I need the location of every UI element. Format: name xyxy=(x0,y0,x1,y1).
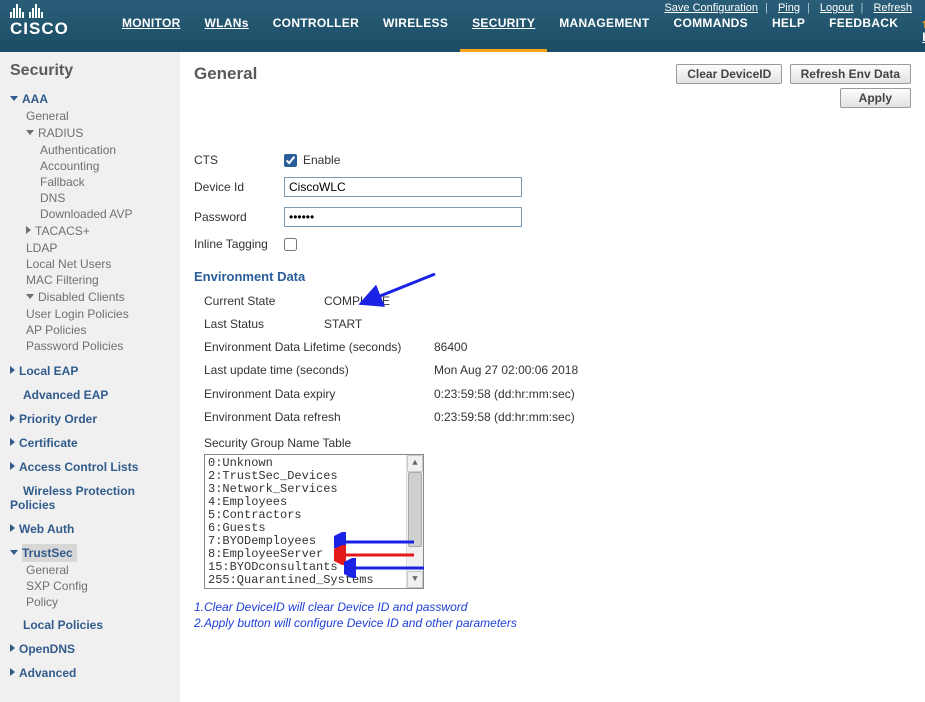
scroll-down-icon[interactable]: ▼ xyxy=(407,571,423,588)
top-bar: Save Configuration| Ping| Logout| Refres… xyxy=(0,0,925,52)
sgt-row[interactable]: 255:Quarantined_Systems xyxy=(208,574,423,587)
sidebar-radius-acct[interactable]: Accounting xyxy=(10,158,174,174)
sidebar-ts-sxp[interactable]: SXP Config xyxy=(10,578,174,594)
apply-button[interactable]: Apply xyxy=(840,88,911,108)
nav-management[interactable]: MANAGEMENT xyxy=(547,7,661,52)
sidebar-trustsec[interactable]: TrustSec xyxy=(22,544,77,562)
sidebar-appol[interactable]: AP Policies xyxy=(10,322,174,338)
sidebar-radius-fallback[interactable]: Fallback xyxy=(10,174,174,190)
sidebar: Security AAA General RADIUS Authenticati… xyxy=(0,52,180,702)
nav-wireless[interactable]: WIRELESS xyxy=(371,7,460,52)
current-state-value: COMPLETE xyxy=(324,294,390,308)
content: General Clear DeviceID Refresh Env Data … xyxy=(180,52,925,702)
env-data-grid: Current StateCOMPLETE Last StatusSTART E… xyxy=(204,294,911,589)
nav-controller[interactable]: CONTROLLER xyxy=(261,7,371,52)
sidebar-radius[interactable]: RADIUS xyxy=(10,124,174,142)
sidebar-pwdpol[interactable]: Password Policies xyxy=(10,338,174,354)
sidebar-ts-general[interactable]: General xyxy=(10,562,174,578)
password-label: Password xyxy=(194,210,284,224)
last-status-value: START xyxy=(324,317,362,331)
sidebar-webauth[interactable]: Web Auth xyxy=(10,520,174,538)
env-data-heading: Environment Data xyxy=(194,269,911,284)
nav-feedback[interactable]: FEEDBACK xyxy=(817,7,910,52)
sidebar-radius-dns[interactable]: DNS xyxy=(10,190,174,206)
note-1: 1.Clear DeviceID will clear Device ID an… xyxy=(194,599,911,615)
nav-security[interactable]: SECURITY xyxy=(460,7,547,52)
expiry-label: Environment Data expiry xyxy=(204,387,414,401)
nav-home[interactable]: Home xyxy=(910,7,925,52)
cts-enable-text: Enable xyxy=(303,153,340,167)
lifetime-label: Environment Data Lifetime (seconds) xyxy=(204,340,414,354)
cts-label: CTS xyxy=(194,153,284,167)
sidebar-aaa-general[interactable]: General xyxy=(10,108,174,124)
password-input[interactable] xyxy=(284,207,522,227)
nav-wlans[interactable]: WLANs xyxy=(193,7,261,52)
nav-commands[interactable]: COMMANDS xyxy=(662,7,760,52)
cisco-logo: CISCO xyxy=(10,4,69,39)
deviceid-input[interactable] xyxy=(284,177,522,197)
inline-tagging-label: Inline Tagging xyxy=(194,237,284,251)
current-state-label: Current State xyxy=(204,294,324,308)
inline-tagging-checkbox[interactable] xyxy=(284,238,297,251)
sidebar-ldap[interactable]: LDAP xyxy=(10,240,174,256)
sidebar-tacacs[interactable]: TACACS+ xyxy=(10,222,174,240)
main-nav: MONITOR WLANs CONTROLLER WIRELESS SECURI… xyxy=(110,7,925,52)
sidebar-localeap[interactable]: Local EAP xyxy=(10,362,174,380)
deviceid-label: Device Id xyxy=(194,180,284,194)
note-2: 2.Apply button will configure Device ID … xyxy=(194,615,911,631)
sidebar-disabled[interactable]: Disabled Clients xyxy=(10,288,174,306)
sidebar-wpp[interactable]: Wireless Protection Policies xyxy=(10,482,174,514)
cts-form: CTS Enable Device Id Password Inline Tag… xyxy=(194,153,911,251)
refresh-label: Environment Data refresh xyxy=(204,410,414,424)
lastupd-value: Mon Aug 27 02:00:06 2018 xyxy=(434,363,578,377)
sidebar-acl[interactable]: Access Control Lists xyxy=(10,458,174,476)
sidebar-priorder[interactable]: Priority Order xyxy=(10,410,174,428)
refresh-value: 0:23:59:58 (dd:hr:mm:sec) xyxy=(434,410,575,424)
security-group-table[interactable]: 0:Unknown2:TrustSec_Devices3:Network_Ser… xyxy=(204,454,424,589)
lastupd-label: Last update time (seconds) xyxy=(204,363,414,377)
lifetime-value: 86400 xyxy=(434,340,467,354)
sidebar-userlogin[interactable]: User Login Policies xyxy=(10,306,174,322)
sidebar-advanced[interactable]: Advanced xyxy=(10,664,174,682)
sgt-scrollbar[interactable]: ▲ ▼ xyxy=(406,455,423,588)
last-status-label: Last Status xyxy=(204,317,324,331)
sidebar-aaa[interactable]: AAA xyxy=(10,90,174,108)
sidebar-ts-policy[interactable]: Policy xyxy=(10,594,174,610)
sidebar-opendns[interactable]: OpenDNS xyxy=(10,640,174,658)
refresh-env-button[interactable]: Refresh Env Data xyxy=(790,64,911,84)
sidebar-radius-auth[interactable]: Authentication xyxy=(10,142,174,158)
nav-monitor[interactable]: MONITOR xyxy=(110,7,193,52)
scroll-thumb[interactable] xyxy=(408,472,422,547)
nav-help[interactable]: HELP xyxy=(760,7,817,52)
sidebar-macfilter[interactable]: MAC Filtering xyxy=(10,272,174,288)
sidebar-radius-dlavp[interactable]: Downloaded AVP xyxy=(10,206,174,222)
sidebar-adveap[interactable]: Advanced EAP xyxy=(10,386,174,404)
sgt-label: Security Group Name Table xyxy=(204,436,911,450)
footer-notes: 1.Clear DeviceID will clear Device ID an… xyxy=(194,599,911,631)
sidebar-title: Security xyxy=(10,62,174,80)
sidebar-localnet[interactable]: Local Net Users xyxy=(10,256,174,272)
expiry-value: 0:23:59:58 (dd:hr:mm:sec) xyxy=(434,387,575,401)
sidebar-localpol[interactable]: Local Policies xyxy=(10,616,174,634)
clear-deviceid-button[interactable]: Clear DeviceID xyxy=(676,64,782,84)
cts-enable-checkbox[interactable] xyxy=(284,154,297,167)
sidebar-cert[interactable]: Certificate xyxy=(10,434,174,452)
page-title: General xyxy=(194,64,257,84)
scroll-up-icon[interactable]: ▲ xyxy=(407,455,423,472)
